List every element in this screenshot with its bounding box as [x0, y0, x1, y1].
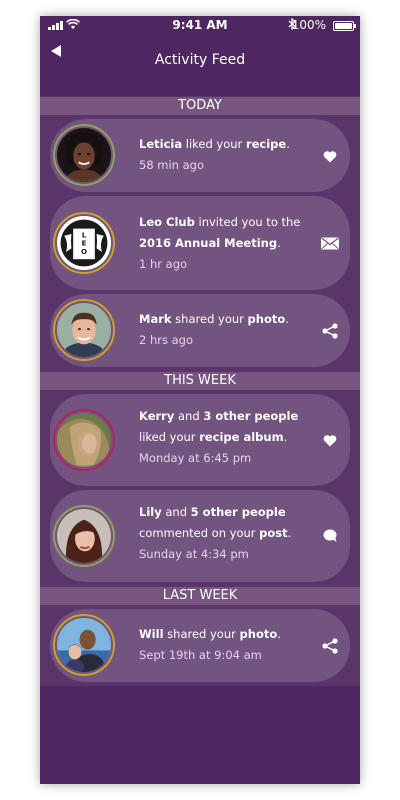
section-header-this-week: THIS WEEK	[40, 371, 360, 394]
feed-item-leticia[interactable]: Leticia liked your recipe. 58 min ago	[50, 119, 350, 192]
activity-text-end: .	[283, 430, 288, 444]
section-header-last-week: LAST WEEK	[40, 586, 360, 609]
activity-text: invited you to the	[194, 215, 301, 229]
actor-name[interactable]: Leo Club	[139, 215, 195, 229]
feed-row: Mark shared your photo. 2 hrs ago	[40, 294, 360, 371]
battery-percentage: 100%	[291, 18, 326, 32]
actor-name[interactable]: Lily	[139, 505, 162, 519]
activity-text-end: .	[277, 236, 281, 250]
feed-item-leo-club[interactable]: L E O Leo Club invited you to the 2016 A…	[50, 196, 350, 290]
activity-object[interactable]: recipe album	[199, 430, 283, 444]
actor-name[interactable]: Leticia	[139, 137, 182, 151]
activity-object[interactable]: photo	[248, 312, 286, 326]
nav-bar: Activity Feed	[40, 36, 360, 96]
timestamp: Monday at 6:45 pm	[139, 451, 252, 465]
heart-icon[interactable]	[315, 141, 345, 171]
feed-row: Will shared your photo. Sept 19th at 9:0…	[40, 609, 360, 686]
feed-row: Kerry and 3 other people liked your reci…	[40, 394, 360, 490]
feed-item-text: Leticia liked your recipe. 58 min ago	[139, 134, 301, 176]
other-people[interactable]: 3 other people	[203, 409, 298, 423]
activity-object[interactable]: post	[259, 526, 287, 540]
feed-item-text: Will shared your photo. Sept 19th at 9:0…	[139, 624, 301, 666]
activity-text-end: .	[287, 526, 292, 540]
actor-name[interactable]: Mark	[139, 312, 172, 326]
activity-joiner: and	[174, 409, 204, 423]
activity-object[interactable]: recipe	[246, 137, 286, 151]
avatar[interactable]	[53, 124, 115, 186]
phone-screen: 9:41 AM 100% Activity Feed TODAY Leticia…	[40, 16, 360, 784]
section-header-today: TODAY	[40, 96, 360, 119]
comment-icon[interactable]	[315, 521, 345, 551]
timestamp: Sept 19th at 9:04 am	[139, 648, 262, 662]
activity-text: commented on your	[139, 526, 260, 540]
avatar[interactable]	[53, 299, 115, 361]
feed-item-text: Mark shared your photo. 2 hrs ago	[139, 309, 301, 351]
page-title: Activity Feed	[154, 52, 246, 68]
battery-icon	[333, 21, 356, 31]
feed-item-mark[interactable]: Mark shared your photo. 2 hrs ago	[50, 294, 350, 367]
timestamp: 1 hr ago	[139, 257, 188, 271]
actor-name[interactable]: Will	[139, 627, 164, 641]
activity-joiner: and	[161, 505, 191, 519]
timestamp: Sunday at 4:34 pm	[139, 547, 249, 561]
avatar[interactable]	[53, 409, 115, 471]
activity-object[interactable]: 2016 Annual Meeting	[139, 236, 277, 250]
status-bar: 9:41 AM 100%	[40, 16, 360, 36]
actor-name[interactable]: Kerry	[139, 409, 174, 423]
share-icon[interactable]	[315, 316, 345, 346]
feed-item-text: Leo Club invited you to the 2016 Annual …	[139, 212, 301, 275]
heart-icon[interactable]	[315, 425, 345, 455]
activity-text: shared your	[171, 312, 248, 326]
feed-item-lily[interactable]: Lily and 5 other people commented on you…	[50, 490, 350, 582]
timestamp: 58 min ago	[139, 158, 205, 172]
feed-item-text: Kerry and 3 other people liked your reci…	[139, 406, 301, 469]
share-icon[interactable]	[315, 631, 345, 661]
other-people[interactable]: 5 other people	[191, 505, 286, 519]
avatar[interactable]: L E O	[53, 212, 115, 274]
activity-feed: TODAY Leticia liked your recipe. 58 min …	[40, 96, 360, 686]
feed-item-will[interactable]: Will shared your photo. Sept 19th at 9:0…	[50, 609, 350, 682]
envelope-icon[interactable]	[315, 228, 345, 258]
activity-object[interactable]: photo	[240, 627, 278, 641]
activity-text: shared your	[163, 627, 240, 641]
feed-row: L E O Leo Club invited you to the 2016 A…	[40, 196, 360, 294]
feed-item-kerry[interactable]: Kerry and 3 other people liked your reci…	[50, 394, 350, 486]
activity-text-end: .	[286, 137, 290, 151]
avatar[interactable]	[53, 614, 115, 676]
activity-text: liked your	[182, 137, 246, 151]
avatar[interactable]	[53, 505, 115, 567]
activity-text-end: .	[285, 312, 289, 326]
feed-row: Leticia liked your recipe. 58 min ago	[40, 119, 360, 196]
feed-row: Lily and 5 other people commented on you…	[40, 490, 360, 586]
feed-item-text: Lily and 5 other people commented on you…	[139, 502, 301, 565]
activity-text: liked your	[139, 430, 200, 444]
svg-text:O: O	[81, 247, 87, 256]
activity-text-end: .	[277, 627, 281, 641]
timestamp: 2 hrs ago	[139, 333, 194, 347]
